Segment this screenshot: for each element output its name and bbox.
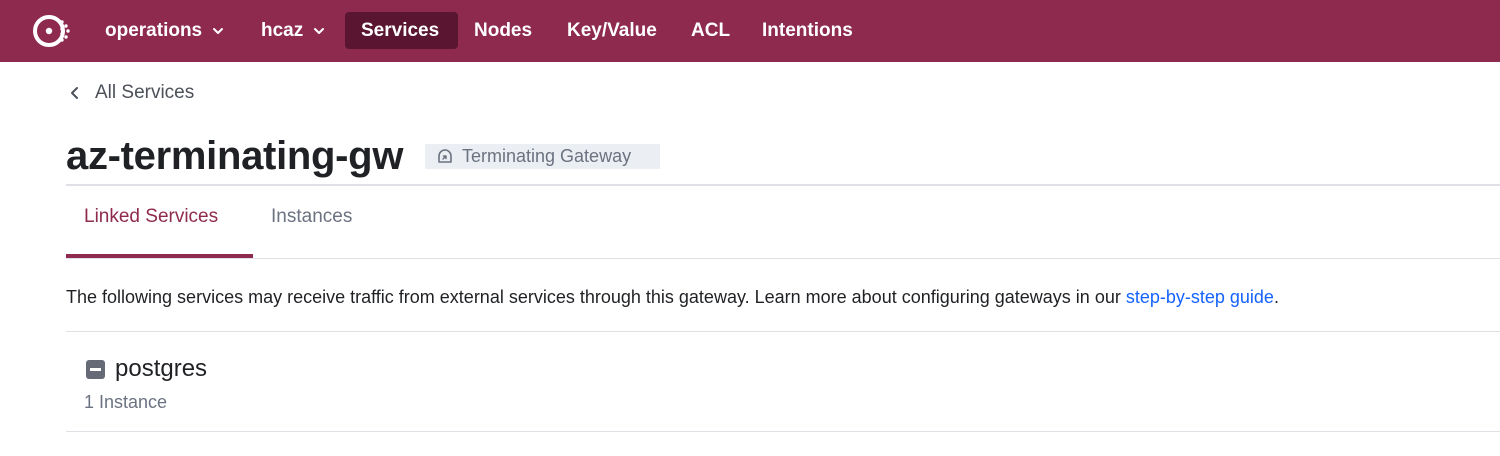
breadcrumb-label: All Services bbox=[95, 82, 195, 103]
chevron-left-icon bbox=[71, 87, 78, 99]
tabs-divider bbox=[66, 258, 1500, 259]
notice-text: The following services may receive traff… bbox=[66, 287, 1126, 307]
gateway-type-label: Terminating Gateway bbox=[462, 146, 632, 166]
title-divider bbox=[66, 184, 1500, 186]
service-name: postgres bbox=[115, 355, 208, 382]
consul-logo-icon[interactable] bbox=[32, 12, 72, 50]
service-icon bbox=[86, 360, 105, 379]
nav-nodes-label: Nodes bbox=[474, 19, 533, 41]
service-instance-count: 1 Instance bbox=[84, 392, 168, 412]
gateway-notice: The following services may receive traff… bbox=[66, 287, 1279, 308]
breadcrumb[interactable]: All Services bbox=[68, 82, 194, 104]
page-title: az-terminating-gw bbox=[66, 134, 404, 178]
step-by-step-guide-link[interactable]: step-by-step guide bbox=[1126, 287, 1274, 307]
nav-datacenter-dropdown[interactable]: hcaz bbox=[245, 12, 341, 49]
list-item[interactable]: postgres 1 Instance bbox=[66, 332, 1500, 432]
nav-intentions[interactable]: Intentions bbox=[746, 12, 869, 49]
list-divider-bottom bbox=[66, 431, 1500, 432]
notice-suffix: . bbox=[1273, 287, 1279, 307]
top-navigation-bar: operations hcaz Services Nodes Key/Value… bbox=[0, 0, 1500, 62]
nav-datacenter-label: hcaz bbox=[261, 19, 304, 41]
gateway-type-badge: Terminating Gateway bbox=[425, 144, 660, 169]
nav-services[interactable]: Services bbox=[345, 12, 458, 49]
nav-key-value[interactable]: Key/Value bbox=[551, 12, 673, 49]
nav-namespace-label: operations bbox=[105, 19, 203, 41]
nav-acl[interactable]: ACL bbox=[675, 12, 746, 49]
nav-key-value-label: Key/Value bbox=[567, 19, 657, 41]
chevron-down-icon bbox=[314, 27, 325, 34]
tab-instances[interactable]: Instances bbox=[271, 206, 352, 228]
nav-namespace-dropdown[interactable]: operations bbox=[89, 12, 240, 49]
gateway-icon bbox=[438, 148, 452, 163]
nav-nodes[interactable]: Nodes bbox=[458, 12, 548, 49]
nav-services-label: Services bbox=[361, 19, 440, 41]
nav-acl-label: ACL bbox=[691, 19, 731, 41]
chevron-down-icon bbox=[213, 27, 224, 34]
tab-linked-services[interactable]: Linked Services bbox=[84, 206, 218, 228]
nav-intentions-label: Intentions bbox=[762, 19, 853, 41]
